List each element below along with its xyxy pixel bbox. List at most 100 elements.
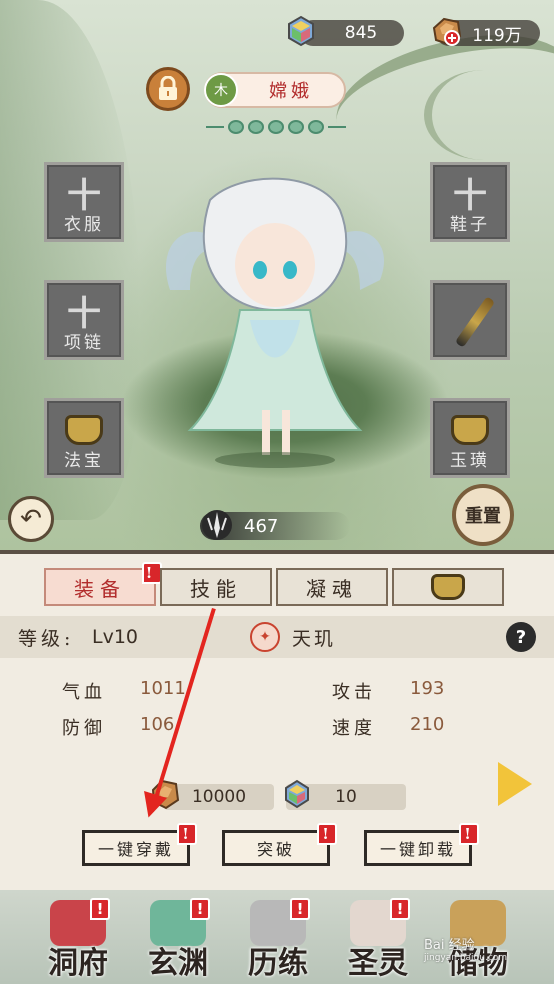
cost-gold: 10000 bbox=[164, 784, 274, 810]
slot-jade-label: 玉璜 bbox=[450, 451, 490, 471]
watermark-line1: Bai 经验 bbox=[424, 938, 475, 953]
gem-icon bbox=[288, 15, 314, 47]
stat-hp: 气血 1011 bbox=[62, 678, 186, 704]
stat-value: 193 bbox=[410, 678, 445, 699]
slot-shoes-label: 鞋子 bbox=[450, 215, 490, 235]
treasure-icon bbox=[65, 415, 103, 445]
stat-label: 气血 bbox=[62, 682, 106, 703]
add-icon: 十 bbox=[453, 176, 487, 216]
slot-necklace-label: 项链 bbox=[64, 333, 104, 353]
power-icon bbox=[202, 510, 232, 540]
sword-icon bbox=[454, 296, 496, 348]
element-icon: 木 bbox=[204, 73, 238, 107]
character-name: 嫦娥 bbox=[269, 81, 313, 102]
tab-skills-label: 技能 bbox=[190, 576, 242, 601]
panel-tabs: 装备 ! 技能 凝魂 bbox=[44, 562, 504, 606]
add-icon: 十 bbox=[67, 176, 101, 216]
gem-count: 845 bbox=[344, 23, 378, 43]
slot-treasure[interactable]: 法宝 bbox=[44, 398, 124, 478]
slot-jade[interactable]: 玉璜 bbox=[430, 398, 510, 478]
treasure-tab-icon bbox=[431, 574, 465, 600]
tab-soul[interactable]: 凝魂 bbox=[276, 568, 388, 606]
nav-item-training[interactable]: ! 历练 bbox=[228, 898, 328, 984]
star-icon bbox=[308, 120, 324, 134]
stat-label: 攻击 bbox=[332, 682, 376, 703]
nav-item-spirit[interactable]: ! 圣灵 bbox=[328, 898, 428, 984]
notification-badge: ! bbox=[142, 562, 162, 584]
skill-fire-icon[interactable]: ✦ bbox=[250, 622, 280, 652]
nav-item-label: 历练 bbox=[248, 946, 308, 981]
jade-icon bbox=[451, 415, 489, 445]
nav-item-cave[interactable]: ! 洞府 bbox=[28, 898, 128, 984]
character-portrait bbox=[165, 177, 385, 468]
notification-badge: ! bbox=[290, 898, 310, 920]
combat-power-value: 467 bbox=[244, 515, 279, 537]
lock-icon bbox=[159, 76, 177, 100]
tab-equipment-label: 装备 bbox=[74, 576, 126, 601]
lock-button[interactable] bbox=[146, 67, 190, 111]
slot-treasure-label: 法宝 bbox=[64, 451, 104, 471]
equipment-panel: 装备 ! 技能 凝魂 等级: Lv10 ✦ 天玑 ? 气血 1011 攻击 19… bbox=[0, 550, 554, 890]
equip-all-label: 一键穿戴 bbox=[97, 840, 174, 859]
reset-label: 重置 bbox=[465, 506, 501, 527]
stat-value: 106 bbox=[140, 714, 175, 735]
notification-badge: ! bbox=[459, 823, 479, 845]
unequip-all-label: 一键卸载 bbox=[379, 840, 456, 859]
equip-all-button[interactable]: 一键穿戴 ! bbox=[82, 823, 197, 866]
nav-item-label: 玄渊 bbox=[148, 946, 208, 981]
watermark: Bai 经验 jingyan.baidu.com bbox=[424, 934, 507, 963]
element-label: 木 bbox=[214, 83, 228, 99]
slot-clothes-label: 衣服 bbox=[64, 215, 104, 235]
nav-item-label: 洞府 bbox=[48, 946, 108, 981]
coin-ore-icon[interactable] bbox=[430, 14, 464, 48]
nav-item-label: 圣灵 bbox=[348, 946, 408, 981]
character-scene: 845 119万 木 嫦娥 十 衣服 十 鞋子 十 项链 法宝 玉璜 467 ↶… bbox=[0, 0, 554, 550]
back-button[interactable]: ↶ bbox=[8, 496, 54, 542]
tab-equipment[interactable]: 装备 ! bbox=[44, 562, 162, 606]
star-icon bbox=[288, 120, 304, 134]
breakthrough-label: 突破 bbox=[256, 840, 295, 859]
cost-gold-value: 10000 bbox=[191, 787, 247, 807]
gem-icon bbox=[285, 779, 309, 809]
cost-gems-value: 10 bbox=[335, 787, 357, 807]
stat-value: 210 bbox=[410, 714, 445, 735]
add-icon: 十 bbox=[67, 294, 101, 334]
star-divider bbox=[328, 126, 346, 128]
help-icon[interactable]: ? bbox=[506, 622, 536, 652]
nav-item-abyss[interactable]: ! 玄渊 bbox=[128, 898, 228, 984]
watermark-line2: jingyan.baidu.com bbox=[424, 953, 508, 963]
star-icon bbox=[228, 120, 244, 134]
notification-badge: ! bbox=[190, 898, 210, 920]
star-icon bbox=[268, 120, 284, 134]
character-name-plate: 木 嫦娥 bbox=[204, 72, 346, 108]
star-divider bbox=[206, 126, 224, 128]
stat-label: 速度 bbox=[332, 718, 376, 739]
slot-necklace[interactable]: 十 项链 bbox=[44, 280, 124, 360]
skill-name: 天玑 bbox=[292, 627, 337, 650]
stat-speed: 速度 210 bbox=[332, 714, 444, 740]
breakthrough-button[interactable]: 突破 ! bbox=[222, 823, 337, 866]
slot-clothes[interactable]: 十 衣服 bbox=[44, 162, 124, 242]
reset-button[interactable]: 重置 bbox=[452, 484, 514, 546]
back-arrow-icon: ↶ bbox=[20, 504, 42, 534]
stat-label: 防御 bbox=[62, 718, 106, 739]
unequip-all-button[interactable]: 一键卸载 ! bbox=[364, 823, 479, 866]
star-rating bbox=[196, 118, 356, 136]
level-value: Lv10 bbox=[92, 626, 139, 648]
coin-count: 119万 bbox=[472, 25, 522, 46]
notification-badge: ! bbox=[177, 823, 197, 845]
background-vine-2 bbox=[424, 70, 544, 160]
next-arrow-icon[interactable] bbox=[498, 762, 532, 806]
slot-weapon[interactable] bbox=[430, 280, 510, 360]
tab-soul-label: 凝魂 bbox=[306, 576, 358, 601]
notification-badge: ! bbox=[390, 898, 410, 920]
notification-badge: ! bbox=[317, 823, 337, 845]
tab-skills[interactable]: 技能 bbox=[160, 568, 272, 606]
stat-attack: 攻击 193 bbox=[332, 678, 444, 704]
star-icon bbox=[248, 120, 264, 134]
slot-shoes[interactable]: 十 鞋子 bbox=[430, 162, 510, 242]
stat-defense: 防御 106 bbox=[62, 714, 174, 740]
notification-badge: ! bbox=[90, 898, 110, 920]
tab-treasure[interactable] bbox=[392, 568, 504, 606]
level-label: 等级: bbox=[18, 627, 75, 650]
